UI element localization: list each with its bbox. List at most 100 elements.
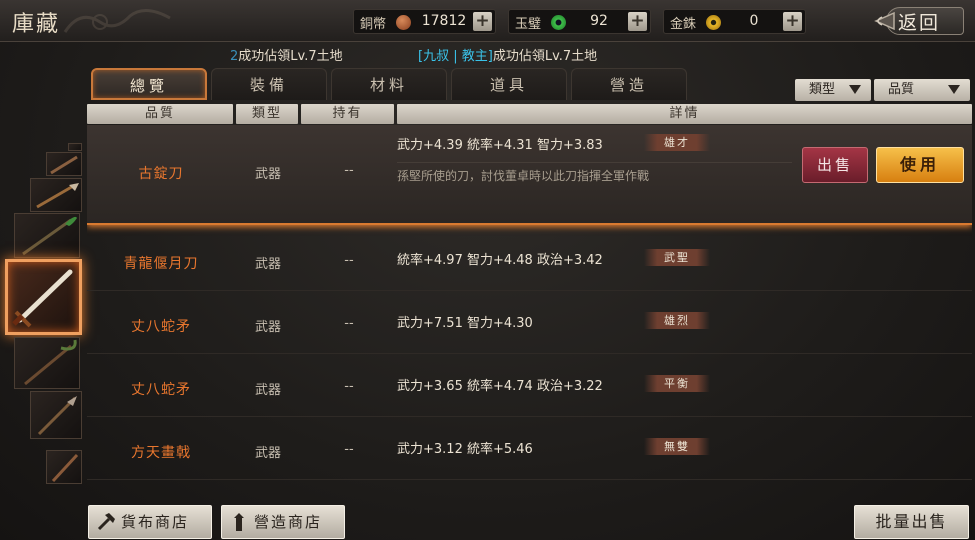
tab-items[interactable]: 道具 [451, 68, 567, 100]
add-jade-button[interactable]: + [628, 12, 647, 31]
chevron-down-icon [849, 85, 861, 94]
item-type: 武器 [254, 446, 281, 461]
page-title: 庫藏 [12, 12, 61, 37]
currency-shop-button[interactable]: 貨布商店 [88, 505, 212, 539]
storage-screen: 庫藏 銅幣 17812 + 玉璧 92 + 金銖 0 + 返回 2成功佔領Lv.… [0, 0, 975, 540]
quality-filter-label: 品質 [888, 82, 915, 97]
item-thumb-1[interactable] [46, 152, 82, 176]
item-thumb-2[interactable] [30, 178, 82, 212]
currency-gold: 金銖 0 + [663, 9, 806, 34]
item-trait-badge: 平衡 [644, 375, 710, 392]
top-bar: 庫藏 銅幣 17812 + 玉璧 92 + 金銖 0 + 返回 [0, 0, 975, 42]
currency-copper-label: 銅幣 [360, 17, 387, 32]
item-held: -- [344, 253, 354, 268]
column-header-quality[interactable]: 品質 [87, 104, 233, 124]
item-stats: 統率+4.97 智力+4.48 政治+3.42 [397, 253, 603, 268]
item-thumb-5[interactable] [14, 337, 80, 389]
list-item[interactable]: 青龍偃月刀 武器 -- 統率+4.97 智力+4.48 政治+3.42 武聖 [87, 228, 972, 291]
item-stats: 武力+3.12 統率+5.46 [397, 442, 533, 457]
item-held: -- [344, 442, 354, 457]
item-name: 丈八蛇矛 [131, 319, 191, 335]
add-gold-button[interactable]: + [783, 12, 802, 31]
item-list: 古錠刀 武器 -- 武力+4.39 統率+4.31 智力+3.83 雄才 孫堅所… [87, 125, 972, 490]
currency-gold-label: 金銖 [670, 17, 697, 32]
jade-icon [551, 15, 566, 30]
currency-copper-value: 17812 [421, 13, 467, 29]
item-name: 古錠刀 [138, 166, 184, 182]
broadcast-tag: 教主 [461, 49, 488, 64]
item-trait-badge: 雄才 [644, 134, 710, 151]
gold-coin-icon [706, 15, 721, 30]
item-description: 孫堅所使的刀，討伐董卓時以此刀指揮全軍作戰 [397, 169, 650, 183]
build-shop-button[interactable]: 營造商店 [221, 505, 345, 539]
halberd-icon [51, 453, 79, 483]
back-label: 返回 [898, 12, 941, 34]
item-thumb-0[interactable] [68, 143, 82, 151]
tab-construction[interactable]: 營造 [571, 68, 687, 100]
item-thumb-selected[interactable] [5, 259, 82, 335]
item-trait-badge: 武聖 [644, 249, 710, 266]
item-held: -- [344, 316, 354, 331]
broadcast-message: 2成功佔領Lv.7土地 [230, 45, 343, 64]
back-arrow-icon [874, 11, 895, 31]
currency-jade-value: 92 [590, 13, 608, 29]
spear-icon [24, 339, 77, 386]
currency-copper: 銅幣 17812 + [353, 9, 496, 34]
broadcast-message-2: [九叔 | 教主]成功佔領Lv.7土地 [418, 45, 597, 64]
column-header-type[interactable]: 類型 [236, 104, 298, 124]
column-header-detail: 詳情 [397, 104, 972, 124]
item-type: 武器 [254, 320, 281, 335]
divider [397, 162, 792, 163]
broadcast-player: 九叔 [423, 49, 450, 64]
currency-shop-label: 貨布商店 [121, 513, 190, 531]
weapon-icon [50, 155, 78, 175]
tab-overview[interactable]: 總覽 [91, 68, 207, 100]
add-copper-button[interactable]: + [473, 12, 492, 31]
list-item[interactable]: 丈八蛇矛 武器 -- 武力+7.51 智力+4.30 雄烈 [87, 291, 972, 354]
item-stats: 武力+4.39 統率+4.31 智力+3.83 [397, 138, 603, 153]
item-trait-badge: 無雙 [644, 438, 710, 455]
tab-materials[interactable]: 材料 [331, 68, 447, 100]
weapon-icon [36, 183, 79, 209]
tab-equipment[interactable]: 裝備 [211, 68, 327, 100]
sword-icon [12, 269, 73, 328]
broadcast-sep: | [449, 49, 462, 64]
column-header-held[interactable]: 持有 [301, 104, 394, 124]
item-stats: 武力+7.51 智力+4.30 [397, 316, 533, 331]
item-name: 丈八蛇矛 [131, 382, 191, 398]
list-item[interactable]: 丈八蛇矛 武器 -- 武力+3.65 統率+4.74 政治+3.22 平衡 [87, 354, 972, 417]
spear-icon [37, 396, 77, 436]
bulk-sell-button[interactable]: 批量出售 [854, 505, 969, 539]
quality-filter-dropdown[interactable]: 品質 [874, 79, 970, 101]
sell-button[interactable]: 出售 [802, 147, 868, 183]
back-button[interactable]: 返回 [868, 4, 968, 38]
currency-jade: 玉璧 92 + [508, 9, 651, 34]
item-thumb-7[interactable] [46, 450, 82, 484]
broadcast-text-1: 成功佔領Lv.7土地 [238, 49, 343, 64]
type-filter-dropdown[interactable]: 類型 [795, 79, 871, 101]
item-type: 武器 [254, 257, 281, 272]
item-trait-badge: 雄烈 [644, 312, 710, 329]
currency-jade-label: 玉璧 [515, 17, 542, 32]
hammer-icon [97, 513, 115, 531]
list-item[interactable]: 方天畫戟 武器 -- 武力+3.12 統率+5.46 無雙 [87, 417, 972, 480]
item-type: 武器 [254, 383, 281, 398]
broadcast-text-2: 成功佔領Lv.7土地 [492, 49, 598, 64]
item-type: 武器 [254, 167, 281, 182]
tower-icon [234, 513, 244, 531]
item-thumb-3[interactable] [14, 213, 80, 258]
currency-gold-value: 0 [749, 13, 759, 29]
list-item[interactable]: 古錠刀 武器 -- 武力+4.39 統率+4.31 智力+3.83 雄才 孫堅所… [87, 125, 972, 225]
cloud-ornament-icon [63, 9, 171, 33]
item-name: 方天畫戟 [131, 445, 191, 461]
item-stats: 武力+3.65 統率+4.74 政治+3.22 [397, 379, 603, 394]
type-filter-label: 類型 [809, 82, 836, 97]
chevron-down-icon [948, 85, 960, 94]
item-thumb-6[interactable] [30, 391, 82, 439]
build-shop-label: 營造商店 [254, 513, 323, 531]
item-held: -- [344, 163, 354, 178]
item-name: 青龍偃月刀 [123, 256, 199, 272]
use-button[interactable]: 使用 [876, 147, 964, 183]
copper-coin-icon [396, 15, 411, 30]
item-held: -- [344, 379, 354, 394]
